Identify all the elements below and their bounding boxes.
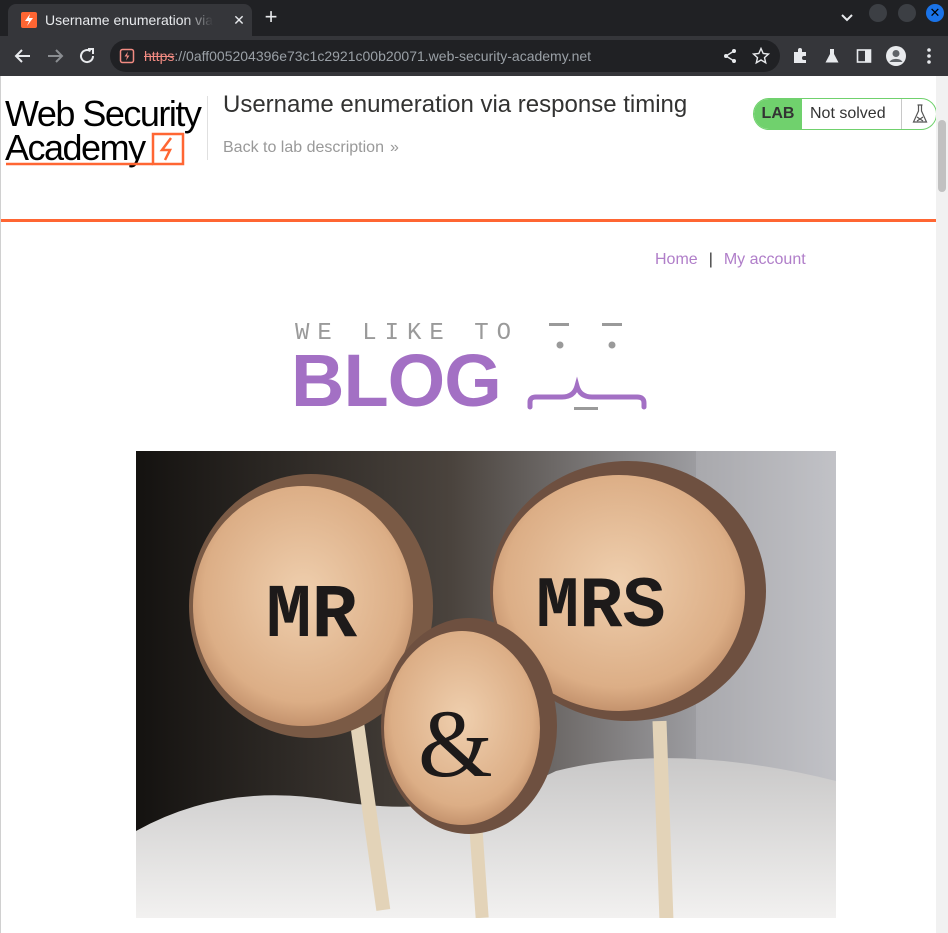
- browser-menu-icon[interactable]: [917, 44, 941, 68]
- extensions-puzzle-icon[interactable]: [788, 44, 812, 68]
- web-security-academy-logo[interactable]: Web Security Academy: [5, 96, 205, 168]
- back-to-lab-description-link[interactable]: Back to lab description »: [223, 139, 399, 157]
- header-divider: [207, 96, 208, 160]
- browser-tab-strip: Username enumeration via response timing…: [0, 0, 948, 36]
- lab-title: Username enumeration via response timing: [223, 91, 688, 118]
- back-link-label: Back to lab description: [223, 139, 384, 156]
- profile-avatar-icon[interactable]: [884, 44, 908, 68]
- page-scrollbar[interactable]: [936, 76, 948, 933]
- tab-search-chevron-icon[interactable]: [836, 8, 858, 28]
- lab-status-text: Not solved: [810, 105, 886, 122]
- maximize-window-button[interactable]: [898, 4, 916, 22]
- sign-mr-text: MR: [266, 573, 358, 659]
- browser-tab[interactable]: Username enumeration via response timing…: [8, 4, 252, 36]
- new-tab-button[interactable]: +: [258, 5, 284, 31]
- share-icon[interactable]: [718, 44, 742, 68]
- academy-lab-header: Web Security Academy Username enumeratio…: [1, 76, 936, 222]
- bookmark-star-icon[interactable]: [749, 44, 773, 68]
- reload-icon[interactable]: [75, 44, 99, 68]
- blog-banner: WE LIKE TO BLOG: [291, 318, 651, 418]
- insecure-site-icon[interactable]: [119, 48, 135, 64]
- forward-arrow-icon[interactable]: [43, 44, 67, 68]
- double-chevron-right-icon: »: [389, 139, 399, 156]
- lab-badge: LAB: [754, 99, 802, 129]
- back-arrow-icon[interactable]: [11, 44, 35, 68]
- minimize-window-button[interactable]: [869, 4, 887, 22]
- sign-ampersand-text: &: [418, 690, 493, 797]
- nav-my-account-link[interactable]: My account: [724, 251, 806, 268]
- address-bar[interactable]: https://0aff005204396e73c1c2921c00b20071…: [110, 40, 780, 72]
- url-scheme: https: [144, 48, 175, 64]
- url-text[interactable]: https://0aff005204396e73c1c2921c00b20071…: [144, 48, 591, 64]
- portswigger-favicon-icon: [21, 12, 37, 28]
- side-panel-icon[interactable]: [852, 44, 876, 68]
- blog-top-nav: Home | My account: [655, 251, 806, 269]
- tab-title: Username enumeration via response timing: [45, 12, 213, 30]
- blog-face-icon: [527, 323, 647, 410]
- nav-home-link[interactable]: Home: [655, 251, 698, 268]
- sign-mrs-text: MRS: [536, 566, 666, 648]
- logo-underline-bolt-icon: [6, 132, 185, 166]
- scrollbar-thumb[interactable]: [938, 120, 946, 192]
- blog-hero-image[interactable]: MR MRS &: [136, 451, 836, 918]
- lab-status-widget: LAB Not solved: [753, 98, 936, 130]
- page-viewport: Web Security Academy Username enumeratio…: [0, 76, 936, 933]
- browser-toolbar: https://0aff005204396e73c1c2921c00b20071…: [0, 36, 948, 76]
- wedding-cake-topper-photo: MR MRS &: [136, 451, 836, 918]
- url-host: ://0aff005204396e73c1c2921c00b20071.web-…: [174, 48, 592, 64]
- tab-close-icon[interactable]: ✕: [230, 11, 248, 29]
- nav-separator: |: [708, 251, 713, 268]
- close-window-button[interactable]: ✕: [926, 4, 944, 22]
- labs-flask-icon[interactable]: [820, 44, 844, 68]
- lab-flask-icon: [901, 99, 936, 129]
